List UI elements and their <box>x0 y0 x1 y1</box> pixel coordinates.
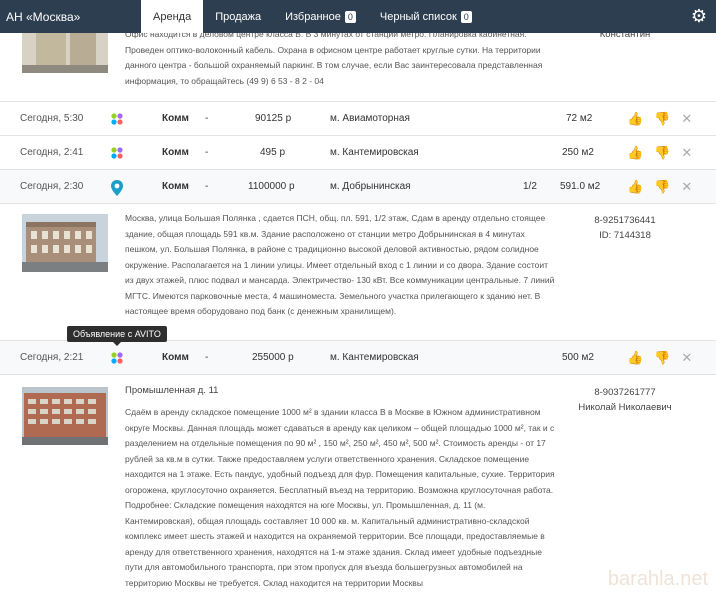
top-navbar: АН «Москва» Аренда Продажа Избранное 0 Че… <box>0 0 716 33</box>
listing-row[interactable]: Сегодня, 2:30 Комм - 1100000 р м. Добрын… <box>0 169 716 203</box>
listing-date: Сегодня, 5:30 <box>20 113 84 124</box>
listing-metro: м. Добрынинская <box>330 181 411 192</box>
tab-label: Продажа <box>215 10 262 23</box>
listing-floor: 1/2 <box>523 181 537 192</box>
close-icon[interactable]: ✕ <box>681 179 692 195</box>
listing-price: 255000 р <box>252 352 294 363</box>
listing-date: Сегодня, 2:21 <box>20 352 84 363</box>
listing-price: 495 р <box>260 147 286 158</box>
map-pin-icon <box>110 179 124 196</box>
tab-label: Избранное <box>285 10 341 23</box>
listing-area: 591.0 м2 <box>560 181 601 192</box>
gear-icon[interactable]: ⚙ <box>691 6 707 26</box>
listing-description: Офис находится в деловом центре класса В… <box>125 29 543 86</box>
listing-area: 500 м2 <box>562 352 594 363</box>
thumbs-up-icon[interactable]: 👍 <box>627 145 643 161</box>
thumbs-up-icon[interactable]: 👍 <box>627 111 643 127</box>
tab-blacklist[interactable]: Черный список 0 <box>368 0 484 33</box>
row-actions: 👍 👎 ✕ <box>627 111 692 127</box>
tab-label: Аренда <box>153 10 192 23</box>
count-badge: 0 <box>460 10 472 23</box>
close-icon[interactable]: ✕ <box>681 111 692 127</box>
thumbs-down-icon[interactable]: 👎 <box>654 145 670 161</box>
listing-price: 90125 р <box>255 113 292 124</box>
listing-address: Промышленная д. 11 <box>125 385 219 396</box>
listing-id: ID: 7144318 <box>599 230 651 241</box>
listing-description: Сдаём в аренду складское помещение 1000 … <box>125 407 555 588</box>
listing-detail: Промышленная д. 11 Сдаём в аренду складс… <box>0 374 716 601</box>
tab-sale[interactable]: Продажа <box>203 0 273 33</box>
contact-phone[interactable]: 8-9251736441 <box>565 213 685 228</box>
avito-dots-icon[interactable] <box>110 351 124 365</box>
thumbs-down-icon[interactable]: 👎 <box>654 111 670 127</box>
thumbs-up-icon[interactable]: 👍 <box>627 179 643 195</box>
thumbs-down-icon[interactable]: 👎 <box>654 350 670 366</box>
row-actions: 👍 👎 ✕ <box>627 145 692 161</box>
listing-price: 1100000 р <box>248 181 295 192</box>
listing-metro: м. Кантемировская <box>330 352 419 363</box>
contact-phone[interactable]: 8-9037261777 <box>565 385 685 400</box>
listing-description: Москва, улица Большая Полянка , сдается … <box>125 213 555 316</box>
row-actions: 👍 👎 ✕ <box>627 179 692 195</box>
listing-type: Комм <box>162 113 189 124</box>
avito-dots-icon <box>110 146 124 160</box>
count-badge: 0 <box>344 10 356 23</box>
watermark: barahla.net <box>607 568 708 590</box>
listing-type: Комм <box>162 181 189 192</box>
listing-rooms: - <box>205 181 209 192</box>
listing-rooms: - <box>205 147 209 158</box>
listing-contact: 8-9037261777 Николай Николаевич <box>565 385 685 415</box>
listing-area: 250 м2 <box>562 147 594 158</box>
listing-row[interactable]: Сегодня, 2:21 Комм - 255000 р м. Кантеми… <box>0 340 716 374</box>
listing-rooms: - <box>205 113 209 124</box>
app-title[interactable]: АН «Москва» <box>6 10 141 24</box>
tab-label: Черный список <box>379 10 457 23</box>
listing-row[interactable]: Сегодня, 2:41 Комм - 495 р м. Кантемиров… <box>0 135 716 169</box>
listing-area: 72 м2 <box>566 113 593 124</box>
listing-contact: 8-9251736441 ID: 7144318 <box>565 213 685 243</box>
listing-detail: Офис находится в деловом центре класса В… <box>0 25 716 101</box>
listing-date: Сегодня, 2:30 <box>20 181 84 192</box>
listing-photo <box>22 387 108 445</box>
listing-type: Комм <box>162 147 189 158</box>
close-icon[interactable]: ✕ <box>681 350 692 366</box>
nav-tabs: Аренда Продажа Избранное 0 Черный список 0 <box>141 0 484 33</box>
listing-date: Сегодня, 2:41 <box>20 147 84 158</box>
avito-dots-icon <box>110 112 124 126</box>
thumbs-down-icon[interactable]: 👎 <box>654 179 670 195</box>
tab-favorites[interactable]: Избранное 0 <box>273 0 368 33</box>
close-icon[interactable]: ✕ <box>681 145 692 161</box>
listing-metro: м. Кантемировская <box>330 147 419 158</box>
tab-rent[interactable]: Аренда <box>141 0 204 33</box>
source-tooltip: Объявление с AVITO <box>67 326 167 346</box>
listing-photo <box>22 214 108 272</box>
listing-type: Комм <box>162 352 189 363</box>
listing-row[interactable]: Сегодня, 5:30 Комм - 90125 р м. Авиамото… <box>0 101 716 135</box>
listing-detail: Москва, улица Большая Полянка , сдается … <box>0 203 716 341</box>
listing-metro: м. Авиамоторная <box>330 113 410 124</box>
row-actions: 👍 👎 ✕ <box>627 350 692 366</box>
listing-rooms: - <box>205 352 209 363</box>
contact-name: Николай Николаевич <box>578 402 672 413</box>
thumbs-up-icon[interactable]: 👍 <box>627 350 643 366</box>
